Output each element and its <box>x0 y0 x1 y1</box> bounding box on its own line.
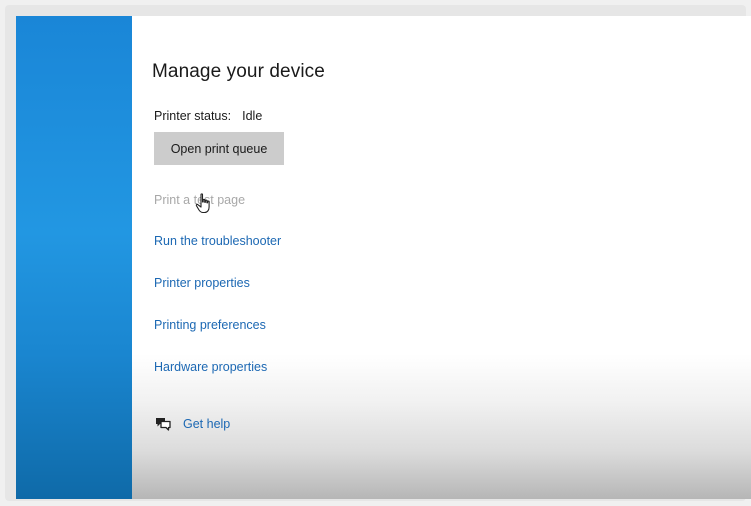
printing-preferences-link[interactable]: Printing preferences <box>154 318 266 332</box>
sidebar <box>16 16 132 499</box>
main-content: Manage your device Printer status: Idle O… <box>132 16 751 499</box>
printer-properties-link[interactable]: Printer properties <box>154 276 250 290</box>
open-print-queue-button[interactable]: Open print queue <box>154 132 284 165</box>
hand-pointer-icon <box>195 193 215 215</box>
printer-status-value: Idle <box>242 109 263 123</box>
get-help-link[interactable]: Get help <box>154 416 230 432</box>
run-troubleshooter-link[interactable]: Run the troubleshooter <box>154 234 281 248</box>
help-bubble-icon <box>154 416 172 432</box>
page-title: Manage your device <box>152 61 325 82</box>
hardware-properties-link[interactable]: Hardware properties <box>154 360 267 374</box>
printer-status-row: Printer status: Idle <box>154 109 262 123</box>
settings-window: Manage your device Printer status: Idle O… <box>16 16 751 499</box>
get-help-label: Get help <box>183 417 231 431</box>
printer-status-label: Printer status: <box>154 109 232 123</box>
